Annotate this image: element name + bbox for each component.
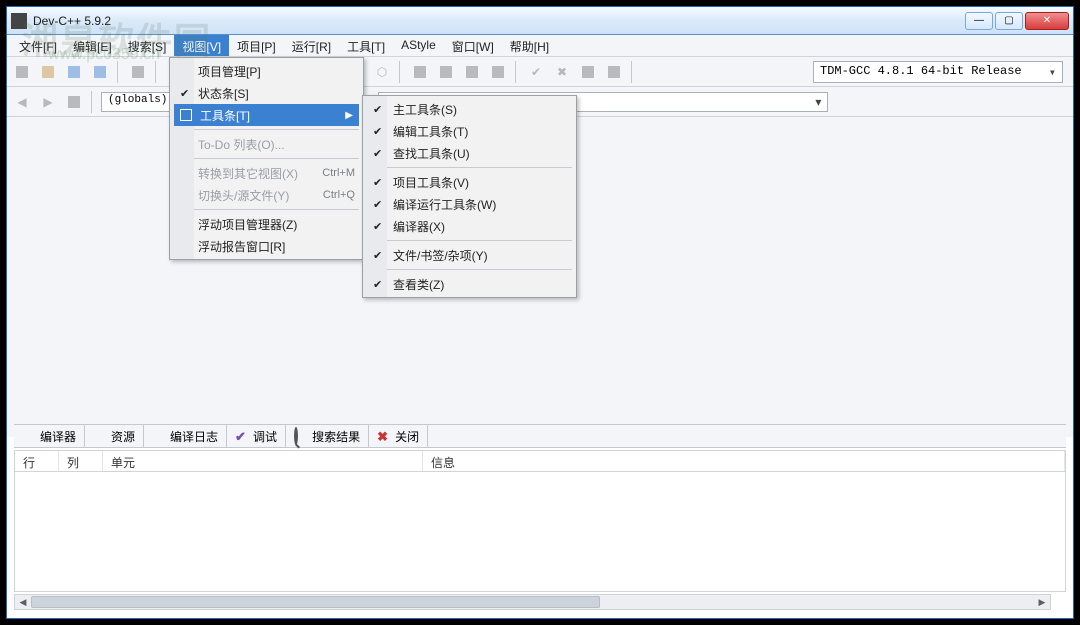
- col-line[interactable]: 行: [15, 451, 59, 471]
- x-icon: ✖: [377, 429, 391, 443]
- titlebar: Dev-C++ 5.9.2 — ▢ ✕: [7, 7, 1073, 35]
- menu-file[interactable]: 文件[F]: [11, 35, 65, 56]
- resources-icon: [93, 429, 107, 443]
- check-icon: ✔: [373, 147, 382, 160]
- submenu-item-project-toolbar[interactable]: ✔项目工具条(V): [365, 171, 574, 193]
- view-dropdown: 项目管理[P] ✔状态条[S] 工具条[T]▶ To-Do 列表(O)... 转…: [169, 57, 364, 260]
- check-icon: ✔: [373, 176, 382, 189]
- check-icon: ✔: [373, 278, 382, 291]
- check-icon: ✔: [235, 429, 249, 443]
- app-icon: [11, 13, 27, 29]
- window-title: Dev-C++ 5.9.2: [33, 14, 965, 28]
- bookmark-prev-icon[interactable]: ◀: [11, 91, 33, 113]
- menu-astyle[interactable]: AStyle: [393, 35, 444, 56]
- gear-icon: [180, 109, 192, 121]
- tab-resources[interactable]: 资源: [85, 425, 144, 447]
- results-header: 行 列 单元 信息: [14, 450, 1066, 472]
- col-col[interactable]: 列: [59, 451, 103, 471]
- bottom-tabstrip: 编译器 资源 编译日志 ✔调试 搜索结果 ✖关闭: [14, 424, 1066, 448]
- shield-icon[interactable]: ⬡: [371, 61, 393, 83]
- menu-item-project-manager[interactable]: 项目管理[P]: [172, 60, 361, 82]
- submenu-item-view-class[interactable]: ✔查看类(Z): [365, 273, 574, 295]
- maximize-button[interactable]: ▢: [995, 12, 1023, 30]
- new-file-icon[interactable]: [11, 61, 33, 83]
- menu-view[interactable]: 视图[V]: [174, 35, 229, 56]
- menu-item-toolbars[interactable]: 工具条[T]▶: [174, 104, 359, 126]
- tab-close[interactable]: ✖关闭: [369, 425, 428, 447]
- bars-icon: [152, 429, 166, 443]
- menu-item-float-report[interactable]: 浮动报告窗口[R]: [172, 235, 361, 257]
- check-icon: ✔: [180, 87, 189, 100]
- check-icon: ✔: [373, 220, 382, 233]
- menu-separator: [367, 269, 572, 270]
- rebuild-icon[interactable]: [487, 61, 509, 83]
- menubar: 文件[F] 编辑[E] 搜索[S] 视图[V] 项目[P] 运行[R] 工具[T…: [7, 35, 1073, 57]
- bookmark-toggle-icon[interactable]: [63, 91, 85, 113]
- col-info[interactable]: 信息: [423, 451, 1065, 471]
- save-icon[interactable]: [63, 61, 85, 83]
- menu-separator: [174, 158, 359, 159]
- results-body[interactable]: [14, 472, 1066, 592]
- submenu-arrow-icon: ▶: [345, 110, 353, 121]
- submenu-item-compile-run-toolbar[interactable]: ✔编译运行工具条(W): [365, 193, 574, 215]
- scroll-left-icon[interactable]: ◀: [15, 595, 31, 609]
- scroll-right-icon[interactable]: ▶: [1034, 595, 1050, 609]
- bookmark-next-icon[interactable]: ▶: [37, 91, 59, 113]
- submenu-item-find-toolbar[interactable]: ✔查找工具条(U): [365, 142, 574, 164]
- compile-run-icon[interactable]: [461, 61, 483, 83]
- menu-item-float-pm[interactable]: 浮动项目管理器(Z): [172, 213, 361, 235]
- menu-item-todo: To-Do 列表(O)...: [172, 133, 361, 155]
- horizontal-scrollbar[interactable]: ◀ ▶: [14, 594, 1051, 610]
- menu-separator: [367, 240, 572, 241]
- submenu-item-compiler-toolbar[interactable]: ✔编译器(X): [365, 215, 574, 237]
- menu-item-switch-view: 转换到其它视图(X)Ctrl+M: [172, 162, 361, 184]
- menu-edit[interactable]: 编辑[E]: [65, 35, 120, 56]
- menu-run[interactable]: 运行[R]: [284, 35, 339, 56]
- tab-search-results[interactable]: 搜索结果: [286, 425, 369, 447]
- toolbars-submenu: ✔主工具条(S) ✔编辑工具条(T) ✔查找工具条(U) ✔项目工具条(V) ✔…: [362, 95, 577, 298]
- menu-item-switch-header: 切换头/源文件(Y)Ctrl+Q: [172, 184, 361, 206]
- submenu-item-bookmarks-toolbar[interactable]: ✔文件/书签/杂项(Y): [365, 244, 574, 266]
- menu-item-statusbar[interactable]: ✔状态条[S]: [172, 82, 361, 104]
- scope-combo[interactable]: (globals): [101, 92, 174, 112]
- col-unit[interactable]: 单元: [103, 451, 423, 471]
- check-icon: ✔: [373, 249, 382, 262]
- menu-separator: [174, 129, 359, 130]
- menu-separator: [367, 167, 572, 168]
- run-icon[interactable]: [435, 61, 457, 83]
- open-file-icon[interactable]: [37, 61, 59, 83]
- menu-search[interactable]: 搜索[S]: [120, 35, 175, 56]
- minimize-button[interactable]: —: [965, 12, 993, 30]
- submenu-item-edit-toolbar[interactable]: ✔编辑工具条(T): [365, 120, 574, 142]
- grid-icon: [22, 429, 36, 443]
- search-icon: [294, 429, 308, 443]
- check-icon: ✔: [373, 125, 382, 138]
- menu-tools[interactable]: 工具[T]: [339, 35, 393, 56]
- debug-icon[interactable]: [577, 61, 599, 83]
- print-icon[interactable]: [127, 61, 149, 83]
- tab-compiler[interactable]: 编译器: [14, 425, 85, 447]
- tab-compile-log[interactable]: 编译日志: [144, 425, 227, 447]
- menu-project[interactable]: 项目[P]: [229, 35, 284, 56]
- scrollbar-thumb[interactable]: [31, 596, 600, 608]
- check-icon[interactable]: ✔: [525, 61, 547, 83]
- close-button[interactable]: ✕: [1025, 12, 1069, 30]
- app-window: Dev-C++ 5.9.2 — ▢ ✕ 文件[F] 编辑[E] 搜索[S] 视图…: [6, 6, 1074, 619]
- save-all-icon[interactable]: [89, 61, 111, 83]
- menu-window[interactable]: 窗口[W]: [444, 35, 502, 56]
- tab-debug[interactable]: ✔调试: [227, 425, 286, 447]
- compiler-profile-combo[interactable]: TDM-GCC 4.8.1 64-bit Release: [813, 61, 1063, 83]
- main-toolbar: ↶ ↷ 🔍 🔍 ◀ ▶ ⬛ ⬡ ✔ ✖ TDM-GCC 4.8.1 64-bit…: [7, 57, 1073, 87]
- profile-icon[interactable]: [603, 61, 625, 83]
- menu-help[interactable]: 帮助[H]: [502, 35, 557, 56]
- compile-icon[interactable]: [409, 61, 431, 83]
- submenu-item-main-toolbar[interactable]: ✔主工具条(S): [365, 98, 574, 120]
- check-icon: ✔: [373, 103, 382, 116]
- menu-separator: [174, 209, 359, 210]
- x-icon[interactable]: ✖: [551, 61, 573, 83]
- check-icon: ✔: [373, 198, 382, 211]
